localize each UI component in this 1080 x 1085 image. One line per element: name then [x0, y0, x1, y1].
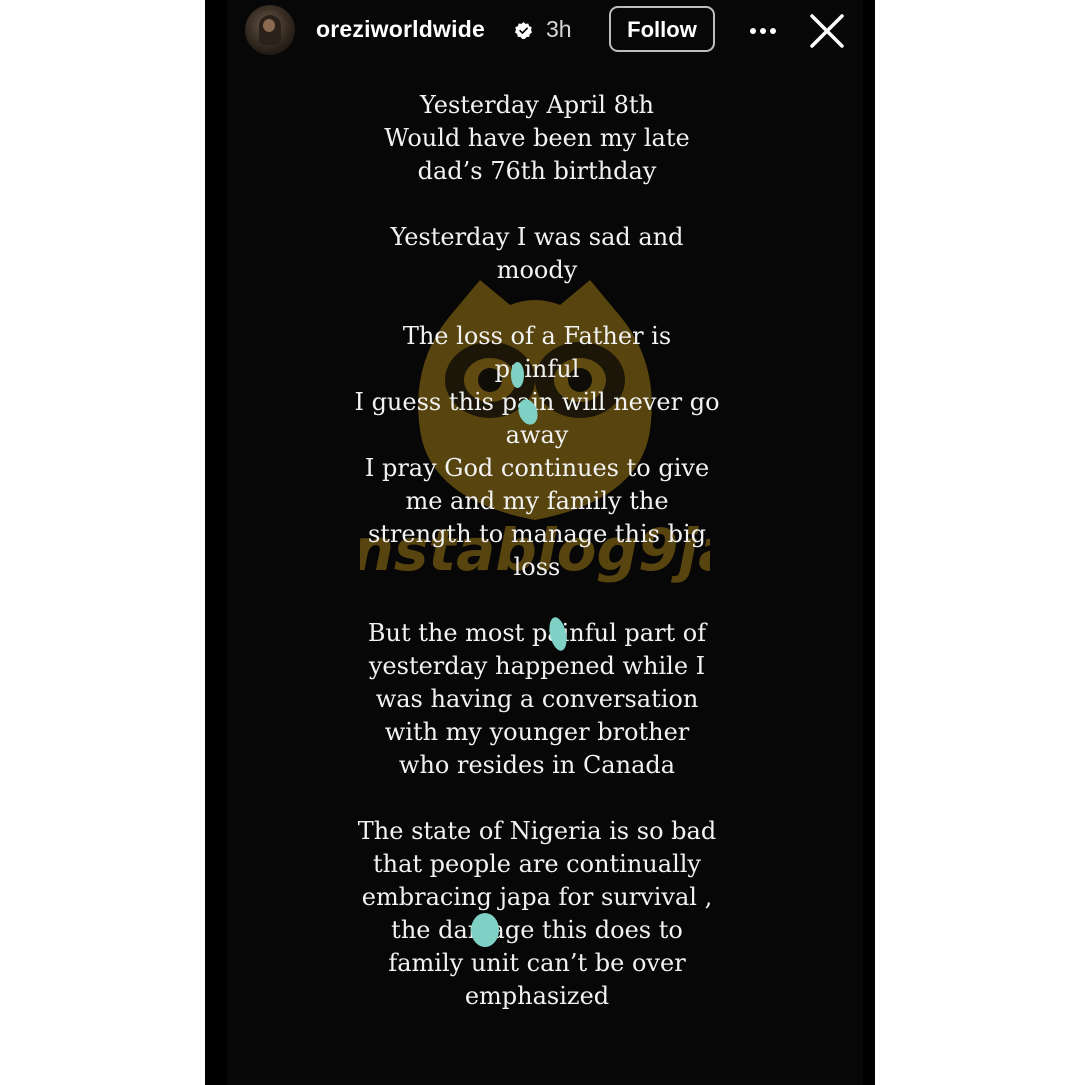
follow-button[interactable]: Follow [609, 6, 715, 52]
verified-badge-icon [515, 22, 532, 39]
scribble-mark [511, 362, 524, 388]
avatar[interactable] [245, 5, 295, 55]
story-text: Yesterday April 8th Would have been my l… [354, 91, 720, 1010]
post-time: 3h [546, 16, 572, 42]
story-header: oreziworldwide 3h Follow [205, 0, 875, 62]
story-viewer: instablog9ja oreziworldwide 3h Follow Ye… [205, 0, 875, 1085]
scribble-mark [471, 913, 499, 947]
avatar-face [263, 19, 275, 32]
close-icon[interactable] [807, 11, 847, 51]
more-horizontal-icon[interactable] [745, 14, 781, 48]
username[interactable]: oreziworldwide [316, 14, 485, 44]
